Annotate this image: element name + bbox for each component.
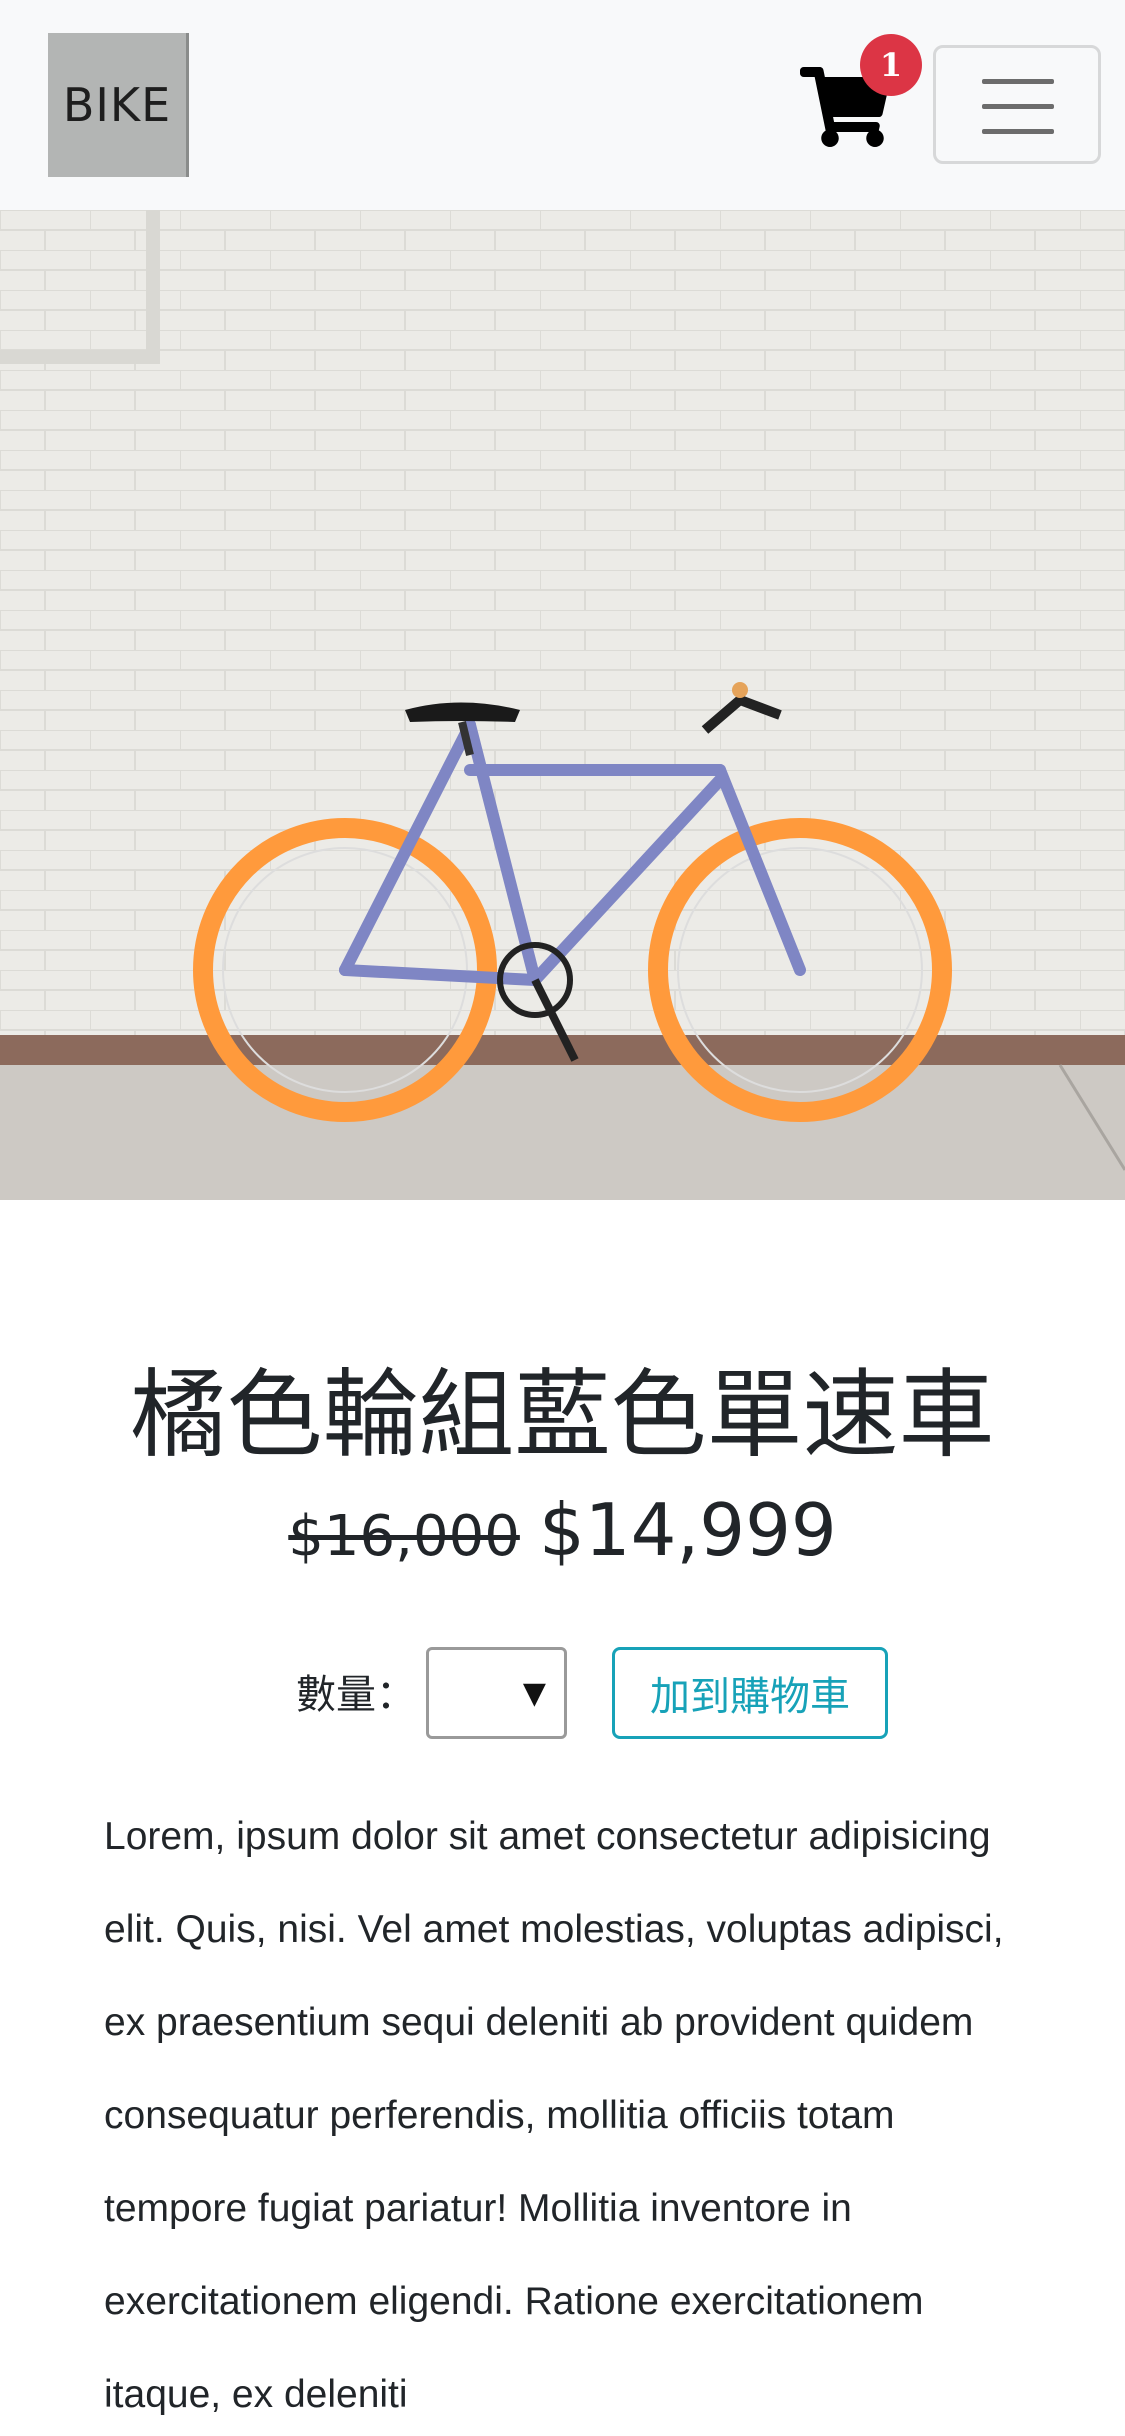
- quantity-select[interactable]: ▼: [426, 1647, 567, 1739]
- dropdown-arrow-icon: ▼: [522, 1676, 546, 1711]
- sale-price: $14,999: [538, 1488, 837, 1572]
- product-description: Lorem, ipsum dolor sit amet consectetur …: [104, 1815, 1004, 2416]
- hamburger-menu-icon: [982, 79, 1054, 84]
- bicycle-photo: [0, 210, 1125, 1200]
- quantity-label: 數量：: [296, 1672, 416, 1718]
- hamburger-bar: [982, 129, 1054, 134]
- hamburger-bar: [982, 104, 1054, 109]
- navbar: BIKE 1: [0, 0, 1125, 210]
- brand-logo[interactable]: BIKE: [48, 33, 189, 177]
- price-row: $16,000 $14,999: [0, 1485, 1125, 1595]
- add-to-cart-button[interactable]: 加到購物車: [612, 1647, 888, 1739]
- product-title: 橘色輪組藍色單速車: [130, 1359, 995, 1471]
- original-price: $16,000: [288, 1504, 520, 1569]
- product-image: [0, 210, 1125, 1200]
- menu-toggle-button[interactable]: [933, 45, 1101, 164]
- cart-count-badge: 1: [860, 34, 922, 96]
